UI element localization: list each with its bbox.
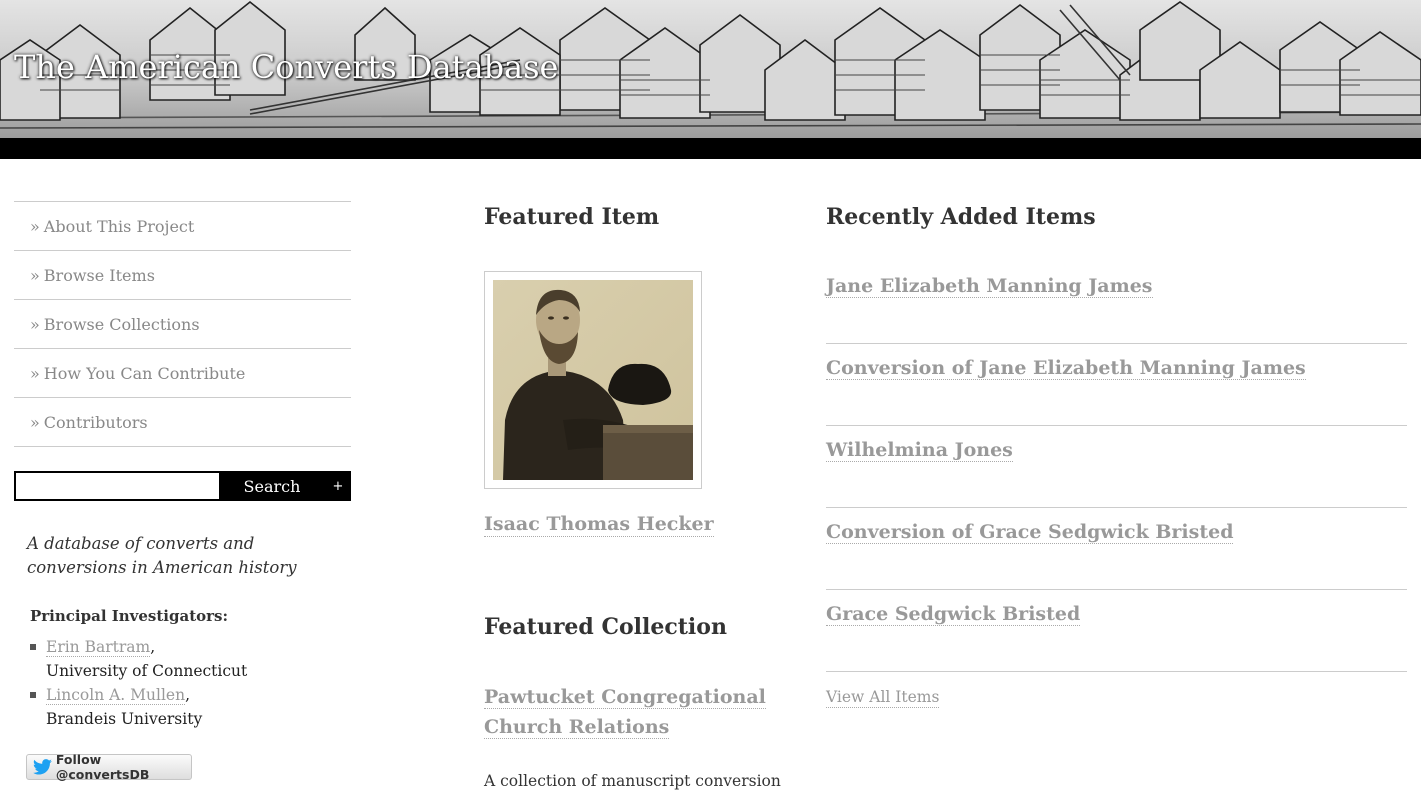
investigator-link[interactable]: Lincoln A. Mullen	[46, 686, 186, 705]
investigators-heading: Principal Investigators:	[30, 607, 229, 625]
featured-item-photo	[493, 280, 693, 480]
header-bar	[0, 138, 1421, 159]
recent-item-link[interactable]: Jane Elizabeth Manning James	[826, 275, 1153, 298]
nav-raquo: »	[30, 364, 40, 383]
investigator-item: Erin Bartram, University of Connecticut	[30, 635, 350, 683]
site-title[interactable]: The American Converts Database	[14, 48, 558, 86]
recent-item-link[interactable]: Wilhelmina Jones	[826, 439, 1013, 462]
recent-items-heading: Recently Added Items	[826, 204, 1096, 230]
nav-item-browse-items[interactable]: » Browse Items	[14, 251, 351, 300]
recent-item-link[interactable]: Conversion of Grace Sedgwick Bristed	[826, 521, 1234, 544]
twitter-follow-label: Follow @convertsDB	[55, 752, 150, 782]
nav-raquo: »	[30, 266, 40, 285]
investigator-affiliation: University of Connecticut	[46, 662, 248, 680]
nav-item-label: Contributors	[43, 413, 148, 432]
twitter-follow-button[interactable]: Follow @convertsDB	[26, 752, 192, 782]
featured-collection-title: Pawtucket Congregational Church Relation…	[484, 682, 819, 742]
featured-collection-link[interactable]: Pawtucket Congregational Church Relation…	[484, 686, 766, 739]
recent-items-list: Jane Elizabeth Manning James Conversion …	[826, 262, 1407, 672]
investigator-item: Lincoln A. Mullen, Brandeis University	[30, 683, 350, 731]
nav-raquo: »	[30, 413, 40, 432]
recent-item: Wilhelmina Jones	[826, 426, 1407, 508]
recent-item: Jane Elizabeth Manning James	[826, 262, 1407, 344]
recent-item: Conversion of Jane Elizabeth Manning Jam…	[826, 344, 1407, 426]
featured-item-image-link[interactable]	[484, 271, 702, 489]
featured-collection-heading: Featured Collection	[484, 614, 727, 640]
investigators-list: Erin Bartram, University of Connecticut L…	[30, 635, 350, 731]
nav-item-label: Browse Items	[43, 266, 155, 285]
nav-raquo: »	[30, 315, 40, 334]
nav-raquo: »	[30, 217, 40, 236]
search-form: Search +	[14, 471, 351, 501]
site-header: The American Converts Database	[0, 0, 1421, 138]
investigator-link[interactable]: Erin Bartram	[46, 638, 151, 657]
investigator-affiliation: Brandeis University	[46, 710, 203, 728]
recent-item-link[interactable]: Conversion of Jane Elizabeth Manning Jam…	[826, 357, 1306, 380]
primary-nav: » About This Project » Browse Items » Brows…	[14, 201, 351, 447]
recent-item-link[interactable]: Grace Sedgwick Bristed	[826, 603, 1081, 626]
featured-collection-description: A collection of manuscript conversion	[484, 772, 781, 790]
nav-item-label: How You Can Contribute	[43, 364, 246, 383]
recent-item: Conversion of Grace Sedgwick Bristed	[826, 508, 1407, 590]
featured-item-title-link[interactable]: Isaac Thomas Hecker	[484, 512, 714, 537]
view-all-items-link[interactable]: View All Items	[826, 687, 940, 708]
advanced-search-toggle[interactable]: +	[325, 471, 351, 501]
search-button[interactable]: Search	[219, 471, 325, 501]
nav-item-browse-collections[interactable]: » Browse Collections	[14, 300, 351, 349]
nav-item-contribute[interactable]: » How You Can Contribute	[14, 349, 351, 398]
nav-item-label: Browse Collections	[43, 315, 200, 334]
site-description: A database of converts and conversions i…	[27, 534, 297, 577]
nav-item-contributors[interactable]: » Contributors	[14, 398, 351, 447]
recent-item: Grace Sedgwick Bristed	[826, 590, 1407, 672]
twitter-bird-icon	[33, 759, 52, 775]
search-input[interactable]	[14, 471, 223, 501]
featured-item-heading: Featured Item	[484, 204, 660, 230]
nav-item-label: About This Project	[43, 217, 195, 236]
nav-item-about[interactable]: » About This Project	[14, 202, 351, 251]
